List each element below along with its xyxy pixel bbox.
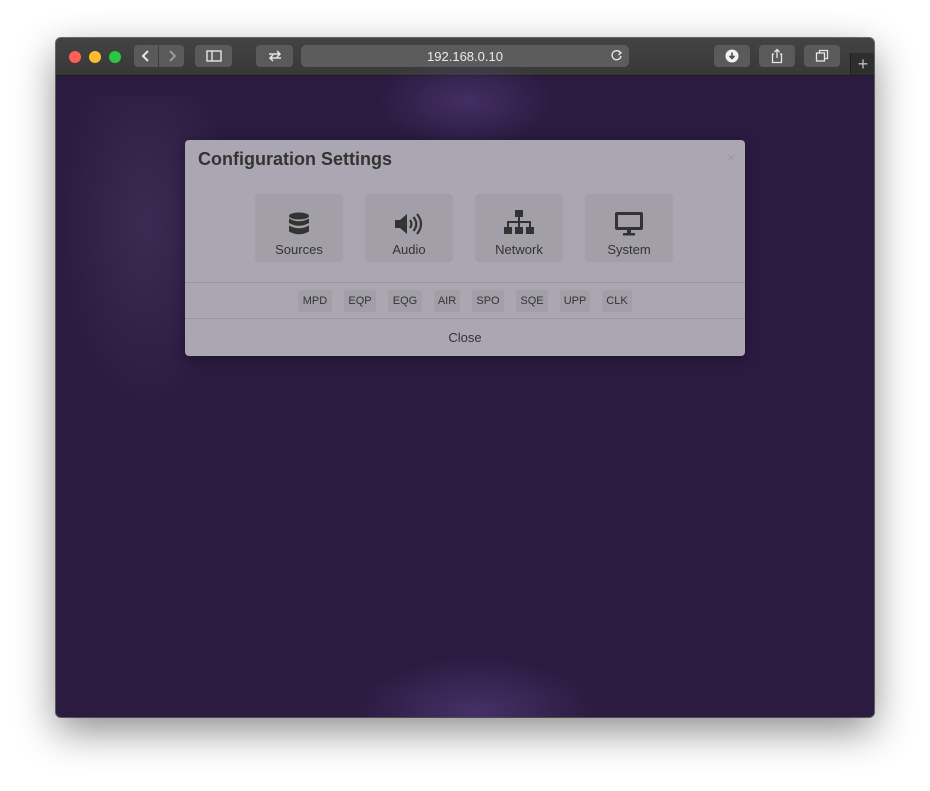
tile-label: Sources [275,242,323,257]
chip-upp[interactable]: UPP [560,290,590,312]
tabs-icon [815,49,829,62]
network-icon [503,208,535,236]
zoom-window-button[interactable] [109,51,121,63]
chip-mpd[interactable]: MPD [298,290,332,312]
forward-button[interactable] [159,45,184,67]
tile-label: System [607,242,651,257]
database-icon [288,208,310,236]
back-button[interactable] [134,45,158,67]
audio-tile[interactable]: Audio [365,194,453,262]
new-tab-button[interactable]: + [850,53,874,75]
modal-title: Configuration Settings [198,149,392,169]
quick-links: MPD EQP EQG AIR SPO SQE UPP CLK [185,290,745,312]
downloads-button[interactable] [714,45,750,67]
tab-switch-button[interactable] [256,45,293,67]
sources-tile[interactable]: Sources [255,194,343,262]
share-button[interactable] [759,45,795,67]
divider [185,282,745,283]
chevron-right-icon [168,50,176,62]
sidebar-icon [205,50,222,62]
download-icon [725,49,739,63]
chip-eqg[interactable]: EQG [388,290,422,312]
monitor-icon [614,208,644,236]
reload-icon[interactable] [610,49,623,65]
page-content: Configuration Settings × Sources Audio N… [56,56,874,717]
chip-sqe[interactable]: SQE [516,290,548,312]
speaker-icon [394,208,424,236]
modal-close-icon[interactable]: × [727,149,735,165]
tile-label: Network [495,242,543,257]
close-window-button[interactable] [69,51,81,63]
chip-spo[interactable]: SPO [472,290,504,312]
chip-eqp[interactable]: EQP [344,290,376,312]
close-button[interactable]: Close [185,320,745,354]
chip-air[interactable]: AIR [434,290,460,312]
network-tile[interactable]: Network [475,194,563,262]
sidebar-toggle-button[interactable] [195,45,232,67]
share-icon [771,48,783,64]
minimize-window-button[interactable] [89,51,101,63]
background-blur [356,656,596,717]
tile-label: Audio [392,242,426,257]
configuration-settings-modal: Configuration Settings × Sources Audio N… [185,140,745,356]
system-tile[interactable]: System [585,194,673,262]
chip-clk[interactable]: CLK [602,290,632,312]
chevron-left-icon [141,50,149,62]
browser-window: 192.168.0.10 + Configuration Settings × [56,38,874,717]
background-blur [376,56,556,146]
tabs-overview-button[interactable] [804,45,840,67]
divider [185,318,745,319]
swap-arrows-icon [268,50,281,62]
